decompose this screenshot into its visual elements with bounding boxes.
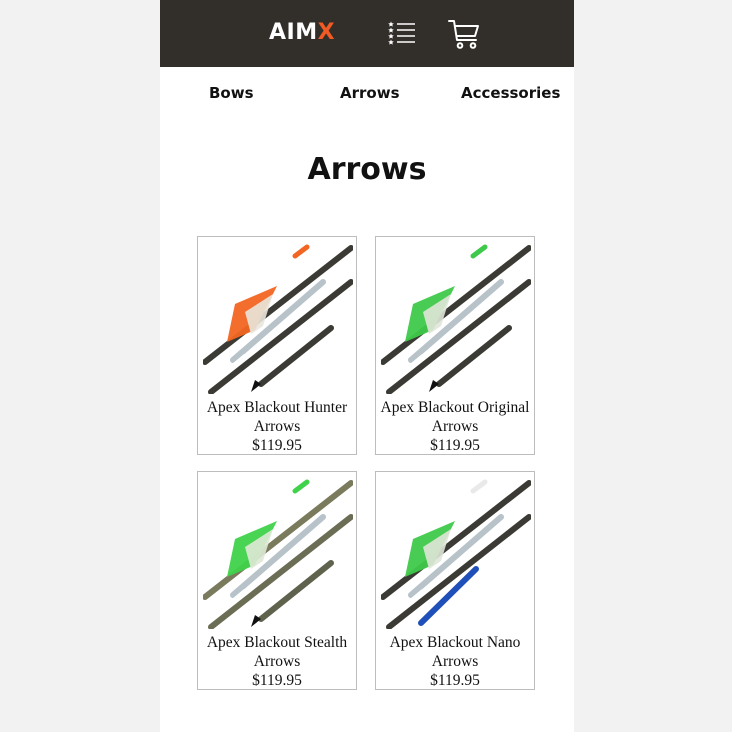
product-image	[203, 244, 353, 394]
product-card[interactable]: Apex Blackout Stealth Arrows $119.95	[197, 471, 357, 690]
page: AIMX Bows Arrows Accessories Arrows Apex…	[160, 0, 574, 732]
product-card[interactable]: Apex Blackout Nano Arrows $119.95	[375, 471, 535, 690]
category-link-arrows[interactable]: Arrows	[340, 83, 400, 103]
product-price: $119.95	[252, 672, 302, 689]
product-name: Apex Blackout Hunter Arrows	[206, 399, 348, 435]
product-image	[381, 244, 531, 394]
logo-text: AIM	[269, 20, 318, 45]
product-name: Apex Blackout Nano Arrows	[389, 634, 521, 670]
product-name: Apex Blackout Original Arrows	[380, 399, 530, 435]
product-image	[381, 479, 531, 629]
site-header: AIMX	[160, 0, 574, 67]
category-link-bows[interactable]: Bows	[209, 83, 254, 103]
product-price: $119.95	[430, 672, 480, 689]
product-card[interactable]: Apex Blackout Hunter Arrows $119.95	[197, 236, 357, 455]
product-image	[203, 479, 353, 629]
category-nav: Bows Arrows Accessories	[160, 67, 574, 119]
product-name: Apex Blackout Stealth Arrows	[206, 634, 348, 670]
list-icon[interactable]	[388, 20, 416, 46]
logo-accent-text: X	[317, 20, 336, 45]
product-card[interactable]: Apex Blackout Original Arrows $119.95	[375, 236, 535, 455]
shopping-cart-icon[interactable]	[448, 18, 480, 50]
logo[interactable]: AIMX	[269, 19, 335, 47]
product-price: $119.95	[252, 437, 302, 454]
category-link-accessories[interactable]: Accessories	[461, 83, 560, 103]
product-price: $119.95	[430, 437, 480, 454]
page-title: Arrows	[307, 152, 427, 187]
